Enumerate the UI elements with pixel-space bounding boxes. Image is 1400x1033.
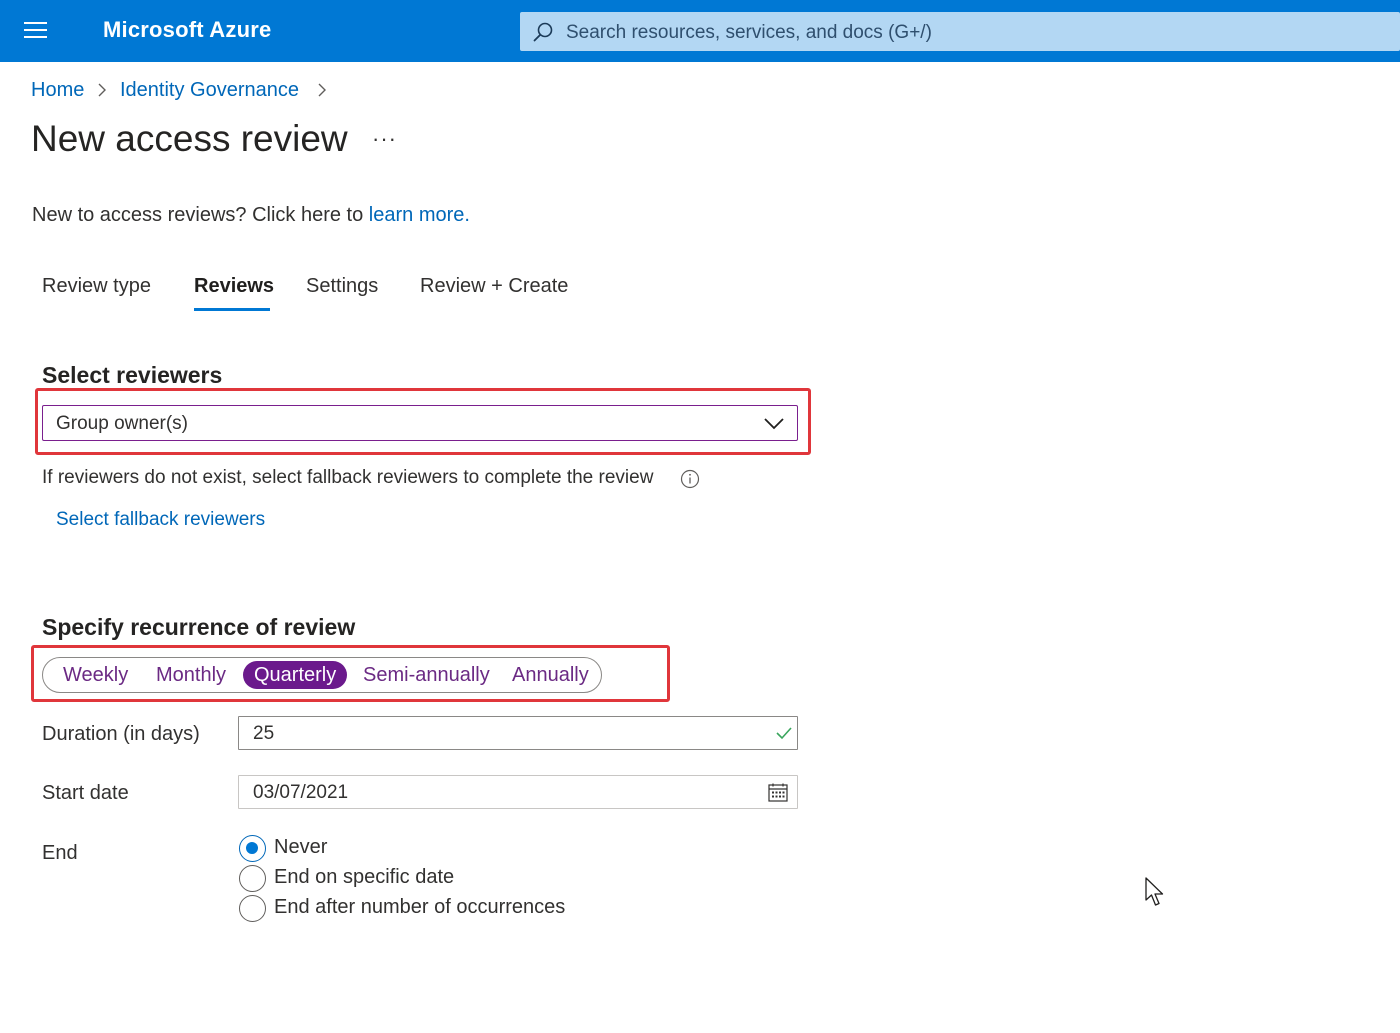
end-label: End: [42, 842, 78, 864]
radio-specific-date-label: End on specific date: [274, 866, 455, 888]
tab-review-type[interactable]: Review type: [42, 275, 151, 298]
start-date-input[interactable]: [251, 776, 755, 809]
global-search[interactable]: [520, 12, 1400, 53]
learn-more-link[interactable]: learn more.: [369, 204, 470, 226]
active-tab-indicator: [194, 308, 270, 311]
duration-input[interactable]: [251, 717, 755, 750]
radio-never-label: Never: [274, 836, 328, 858]
radio-never[interactable]: [239, 835, 266, 862]
recurrence-heading: Specify recurrence of review: [42, 614, 356, 640]
radio-occurrences-label: End after number of occurrences: [274, 896, 566, 918]
more-options-icon[interactable]: ···: [372, 126, 397, 152]
chevron-right-icon: [98, 83, 106, 97]
duration-field[interactable]: [238, 716, 798, 750]
select-fallback-reviewers-link[interactable]: Select fallback reviewers: [56, 509, 265, 531]
pill-quarterly[interactable]: Quarterly: [243, 661, 348, 689]
start-date-field[interactable]: [238, 775, 798, 809]
breadcrumb-identity-governance[interactable]: Identity Governance: [120, 79, 299, 102]
pill-monthly[interactable]: Monthly: [145, 661, 237, 689]
intro-label: New to access reviews? Click here to: [32, 204, 369, 226]
brand-title[interactable]: Microsoft Azure: [103, 17, 271, 43]
page-title: New access review: [31, 118, 348, 159]
breadcrumb-home[interactable]: Home: [31, 79, 84, 102]
chevron-right-icon: [318, 83, 326, 97]
hamburger-menu-icon[interactable]: [24, 22, 48, 40]
calendar-icon[interactable]: [768, 783, 788, 802]
radio-occurrences[interactable]: [239, 895, 266, 922]
search-icon: [533, 22, 553, 42]
pill-annually[interactable]: Annually: [501, 661, 600, 689]
reviewers-dropdown-value: Group owner(s): [56, 413, 188, 434]
info-icon[interactable]: [680, 469, 700, 489]
tab-review-create[interactable]: Review + Create: [420, 275, 568, 298]
pill-weekly[interactable]: Weekly: [52, 661, 139, 689]
reviewers-dropdown[interactable]: Group owner(s): [42, 405, 798, 441]
checkmark-icon: [776, 727, 792, 740]
duration-label: Duration (in days): [42, 723, 200, 745]
intro-text: New to access reviews? Click here to lea…: [32, 204, 470, 227]
fallback-helper-text: If reviewers do not exist, select fallba…: [42, 467, 654, 488]
select-reviewers-heading: Select reviewers: [42, 362, 223, 388]
tab-settings[interactable]: Settings: [306, 275, 378, 298]
search-input[interactable]: [564, 12, 1388, 53]
radio-specific-date[interactable]: [239, 865, 266, 892]
mouse-pointer-icon: [1145, 877, 1164, 906]
start-date-label: Start date: [42, 782, 129, 804]
pill-semi-annually[interactable]: Semi-annually: [352, 661, 501, 689]
chevron-down-icon: [764, 418, 784, 430]
recurrence-pill-group: Weekly Monthly Quarterly Semi-annually A…: [42, 657, 602, 693]
tab-reviews[interactable]: Reviews: [194, 275, 274, 298]
top-bar: Microsoft Azure: [0, 0, 1400, 62]
